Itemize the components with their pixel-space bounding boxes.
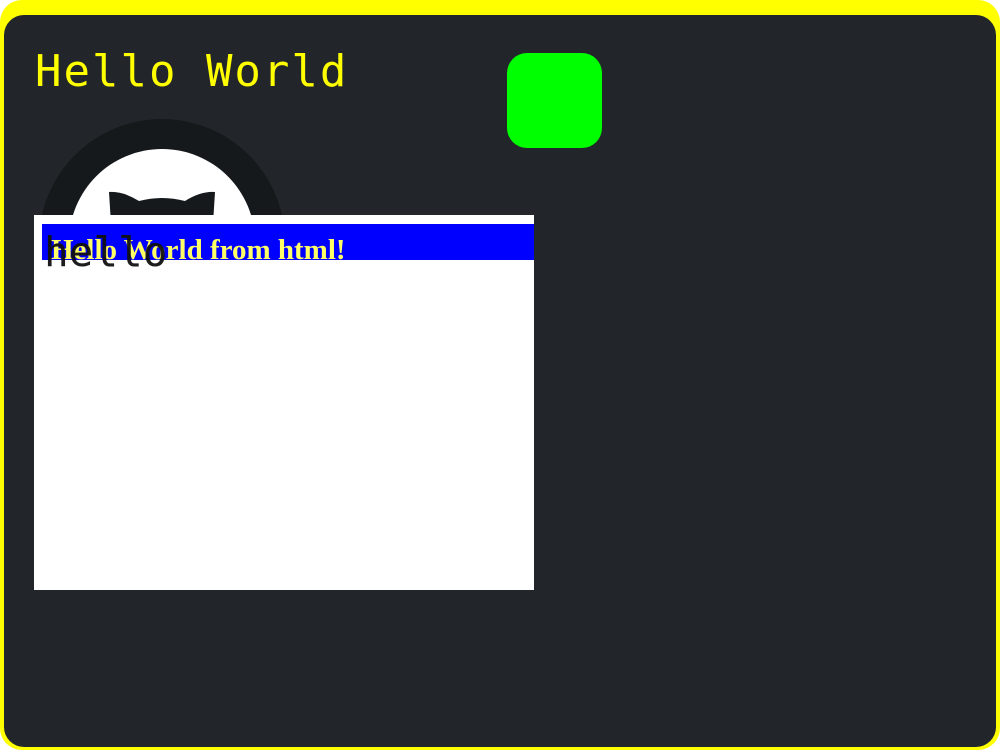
hello-text: hello bbox=[44, 228, 168, 276]
main-panel: Hello World Hello World from html! hello bbox=[4, 15, 996, 747]
page-title: Hello World bbox=[35, 46, 349, 97]
window-frame: Hello World Hello World from html! hello bbox=[0, 0, 1000, 750]
html-content-box: Hello World from html! hello bbox=[34, 215, 534, 590]
green-square bbox=[507, 53, 602, 148]
